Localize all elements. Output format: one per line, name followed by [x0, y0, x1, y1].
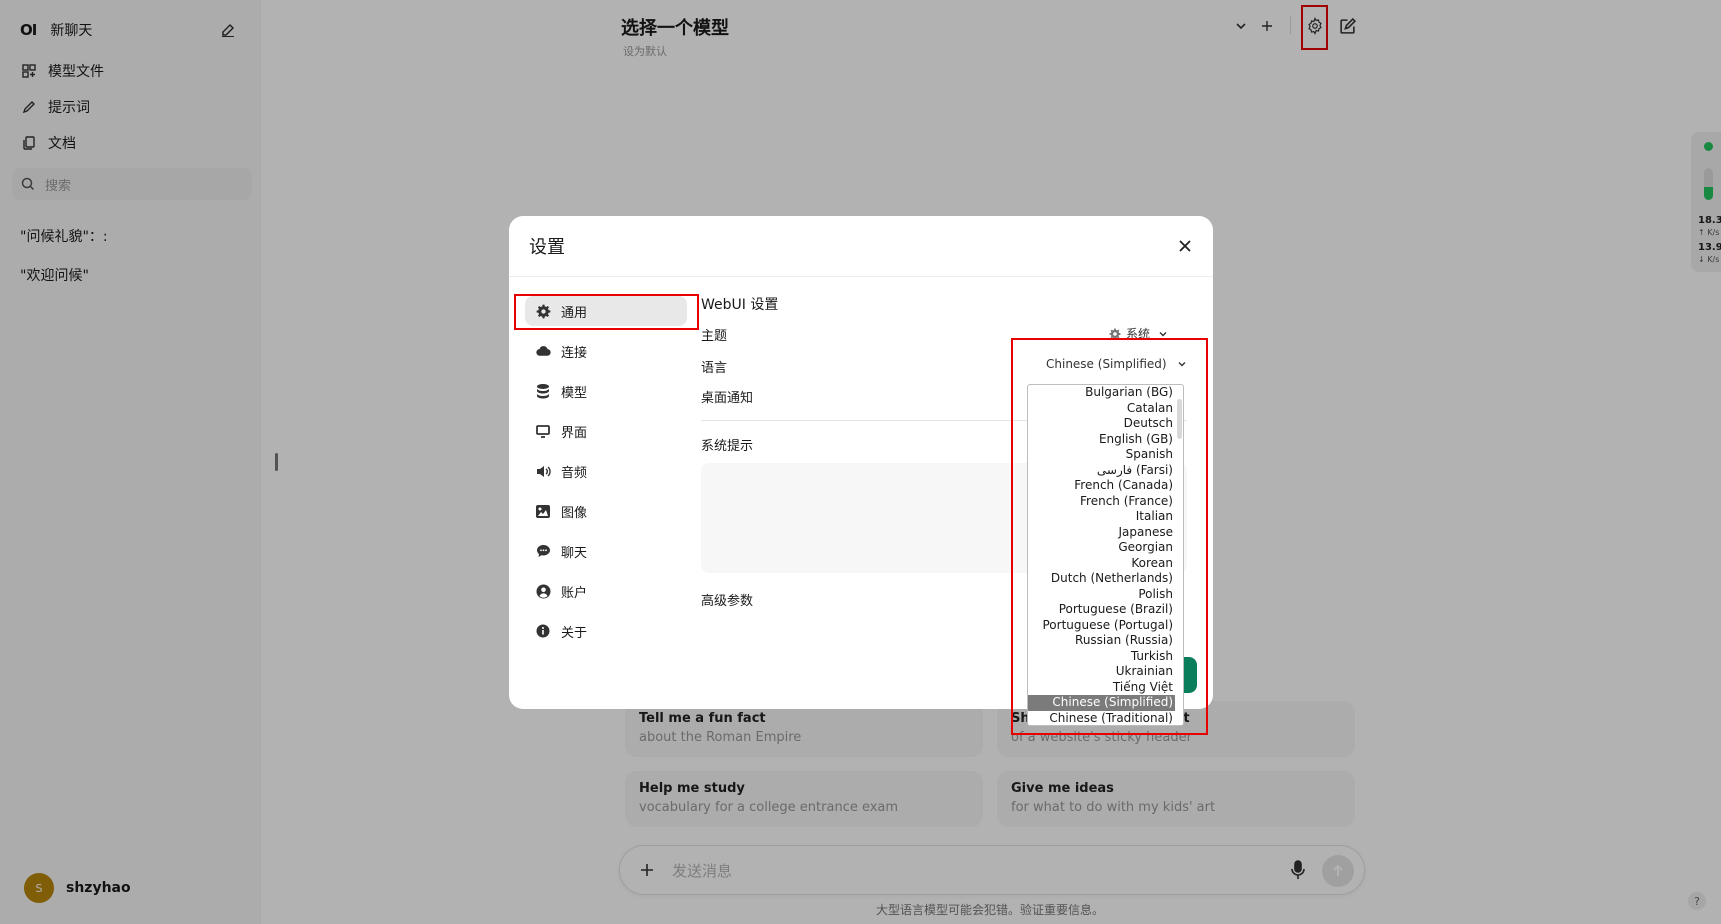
tab-interface[interactable]: 界面 — [525, 416, 687, 446]
theme-label: 主题 — [701, 329, 728, 344]
tab-about[interactable]: 关于 — [525, 616, 687, 646]
info-icon — [535, 623, 551, 639]
system-prompt-heading: 系统提示 — [701, 439, 754, 454]
tab-account[interactable]: 账户 — [525, 576, 687, 606]
user-circle-icon — [535, 583, 551, 599]
annotation-highlight-general-tab — [514, 294, 699, 330]
image-icon — [535, 503, 551, 519]
tab-label: 连接 — [561, 345, 588, 361]
tab-label: 音频 — [561, 465, 588, 481]
modal-divider — [509, 276, 1213, 277]
tab-audio[interactable]: 音频 — [525, 456, 687, 486]
tab-models[interactable]: 模型 — [525, 376, 687, 406]
close-icon[interactable] — [1175, 236, 1195, 256]
tab-label: 聊天 — [561, 545, 588, 561]
modal-title: 设置 — [529, 237, 565, 258]
chat-bubble-icon — [535, 543, 551, 559]
webui-settings-heading: WebUI 设置 — [701, 297, 779, 313]
database-icon — [535, 383, 551, 399]
tab-label: 关于 — [561, 625, 588, 641]
tab-label: 账户 — [561, 585, 588, 601]
tab-label: 界面 — [561, 425, 588, 441]
desktop-notifications-label: 桌面通知 — [701, 391, 754, 406]
tab-images[interactable]: 图像 — [525, 496, 687, 526]
chevron-down-icon — [1158, 329, 1168, 339]
advanced-params-toggle[interactable]: 高级参数 — [701, 590, 753, 609]
speaker-icon — [535, 463, 551, 479]
cloud-icon — [535, 343, 551, 359]
language-label: 语言 — [701, 361, 728, 376]
tab-connections[interactable]: 连接 — [525, 336, 687, 366]
tab-chats[interactable]: 聊天 — [525, 536, 687, 566]
tab-label: 图像 — [561, 505, 588, 521]
monitor-icon — [535, 423, 551, 439]
annotation-highlight-language — [1011, 338, 1208, 735]
tab-label: 模型 — [561, 385, 588, 401]
